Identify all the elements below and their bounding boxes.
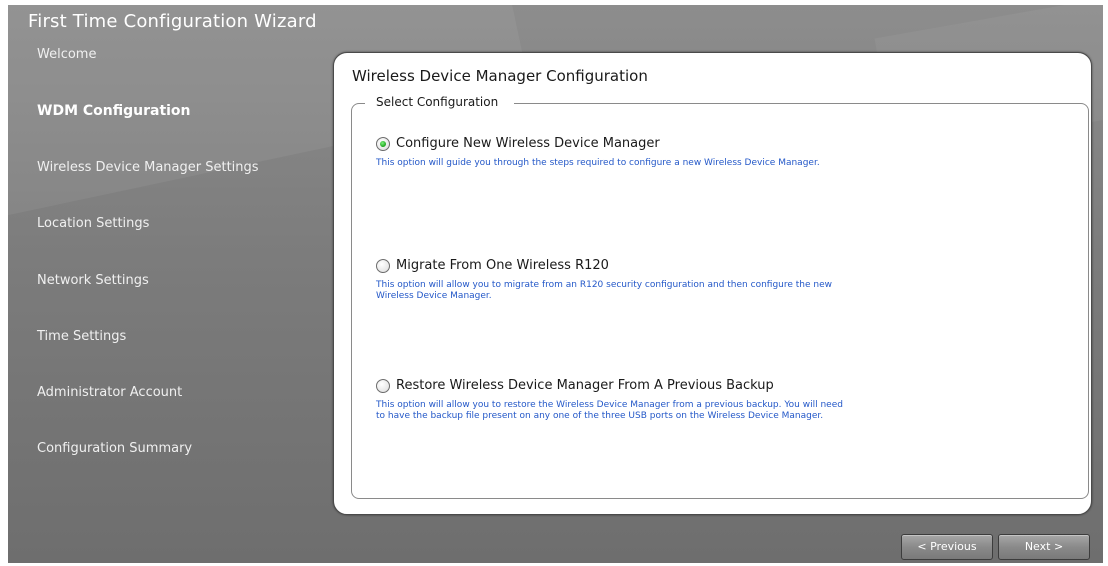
nav-item-administrator-account[interactable]: Administrator Account (37, 385, 182, 400)
option-description: This option will allow you to restore th… (376, 400, 843, 421)
content-panel: Wireless Device Manager Configuration Se… (333, 52, 1092, 515)
wizard-window: First Time Configuration Wizard Welcome … (8, 5, 1103, 563)
option-description: This option will allow you to migrate fr… (376, 280, 832, 301)
option-label[interactable]: Configure New Wireless Device Manager (396, 136, 660, 151)
group-label: Select Configuration (365, 95, 515, 109)
page-title: Wireless Device Manager Configuration (352, 67, 648, 85)
previous-button[interactable]: < Previous (901, 534, 993, 560)
radio-restore-backup[interactable] (376, 379, 390, 393)
radio-migrate[interactable] (376, 259, 390, 273)
wizard-steps-nav: Welcome WDM Configuration Wireless Devic… (8, 5, 328, 525)
radio-configure-new[interactable] (376, 137, 390, 151)
option-description: This option will guide you through the s… (376, 158, 820, 168)
nav-item-network-settings[interactable]: Network Settings (37, 273, 149, 288)
nav-item-location-settings[interactable]: Location Settings (37, 216, 149, 231)
select-configuration-group: Select Configuration Configure New Wirel… (351, 95, 1089, 499)
next-button[interactable]: Next > (998, 534, 1090, 560)
nav-item-configuration-summary[interactable]: Configuration Summary (37, 441, 192, 456)
nav-item-time-settings[interactable]: Time Settings (37, 329, 126, 344)
option-label[interactable]: Migrate From One Wireless R120 (396, 258, 609, 273)
nav-item-wireless-device-manager-settings[interactable]: Wireless Device Manager Settings (37, 160, 259, 175)
option-label[interactable]: Restore Wireless Device Manager From A P… (396, 378, 774, 393)
nav-item-wdm-configuration[interactable]: WDM Configuration (37, 103, 191, 119)
nav-item-welcome[interactable]: Welcome (37, 47, 96, 62)
